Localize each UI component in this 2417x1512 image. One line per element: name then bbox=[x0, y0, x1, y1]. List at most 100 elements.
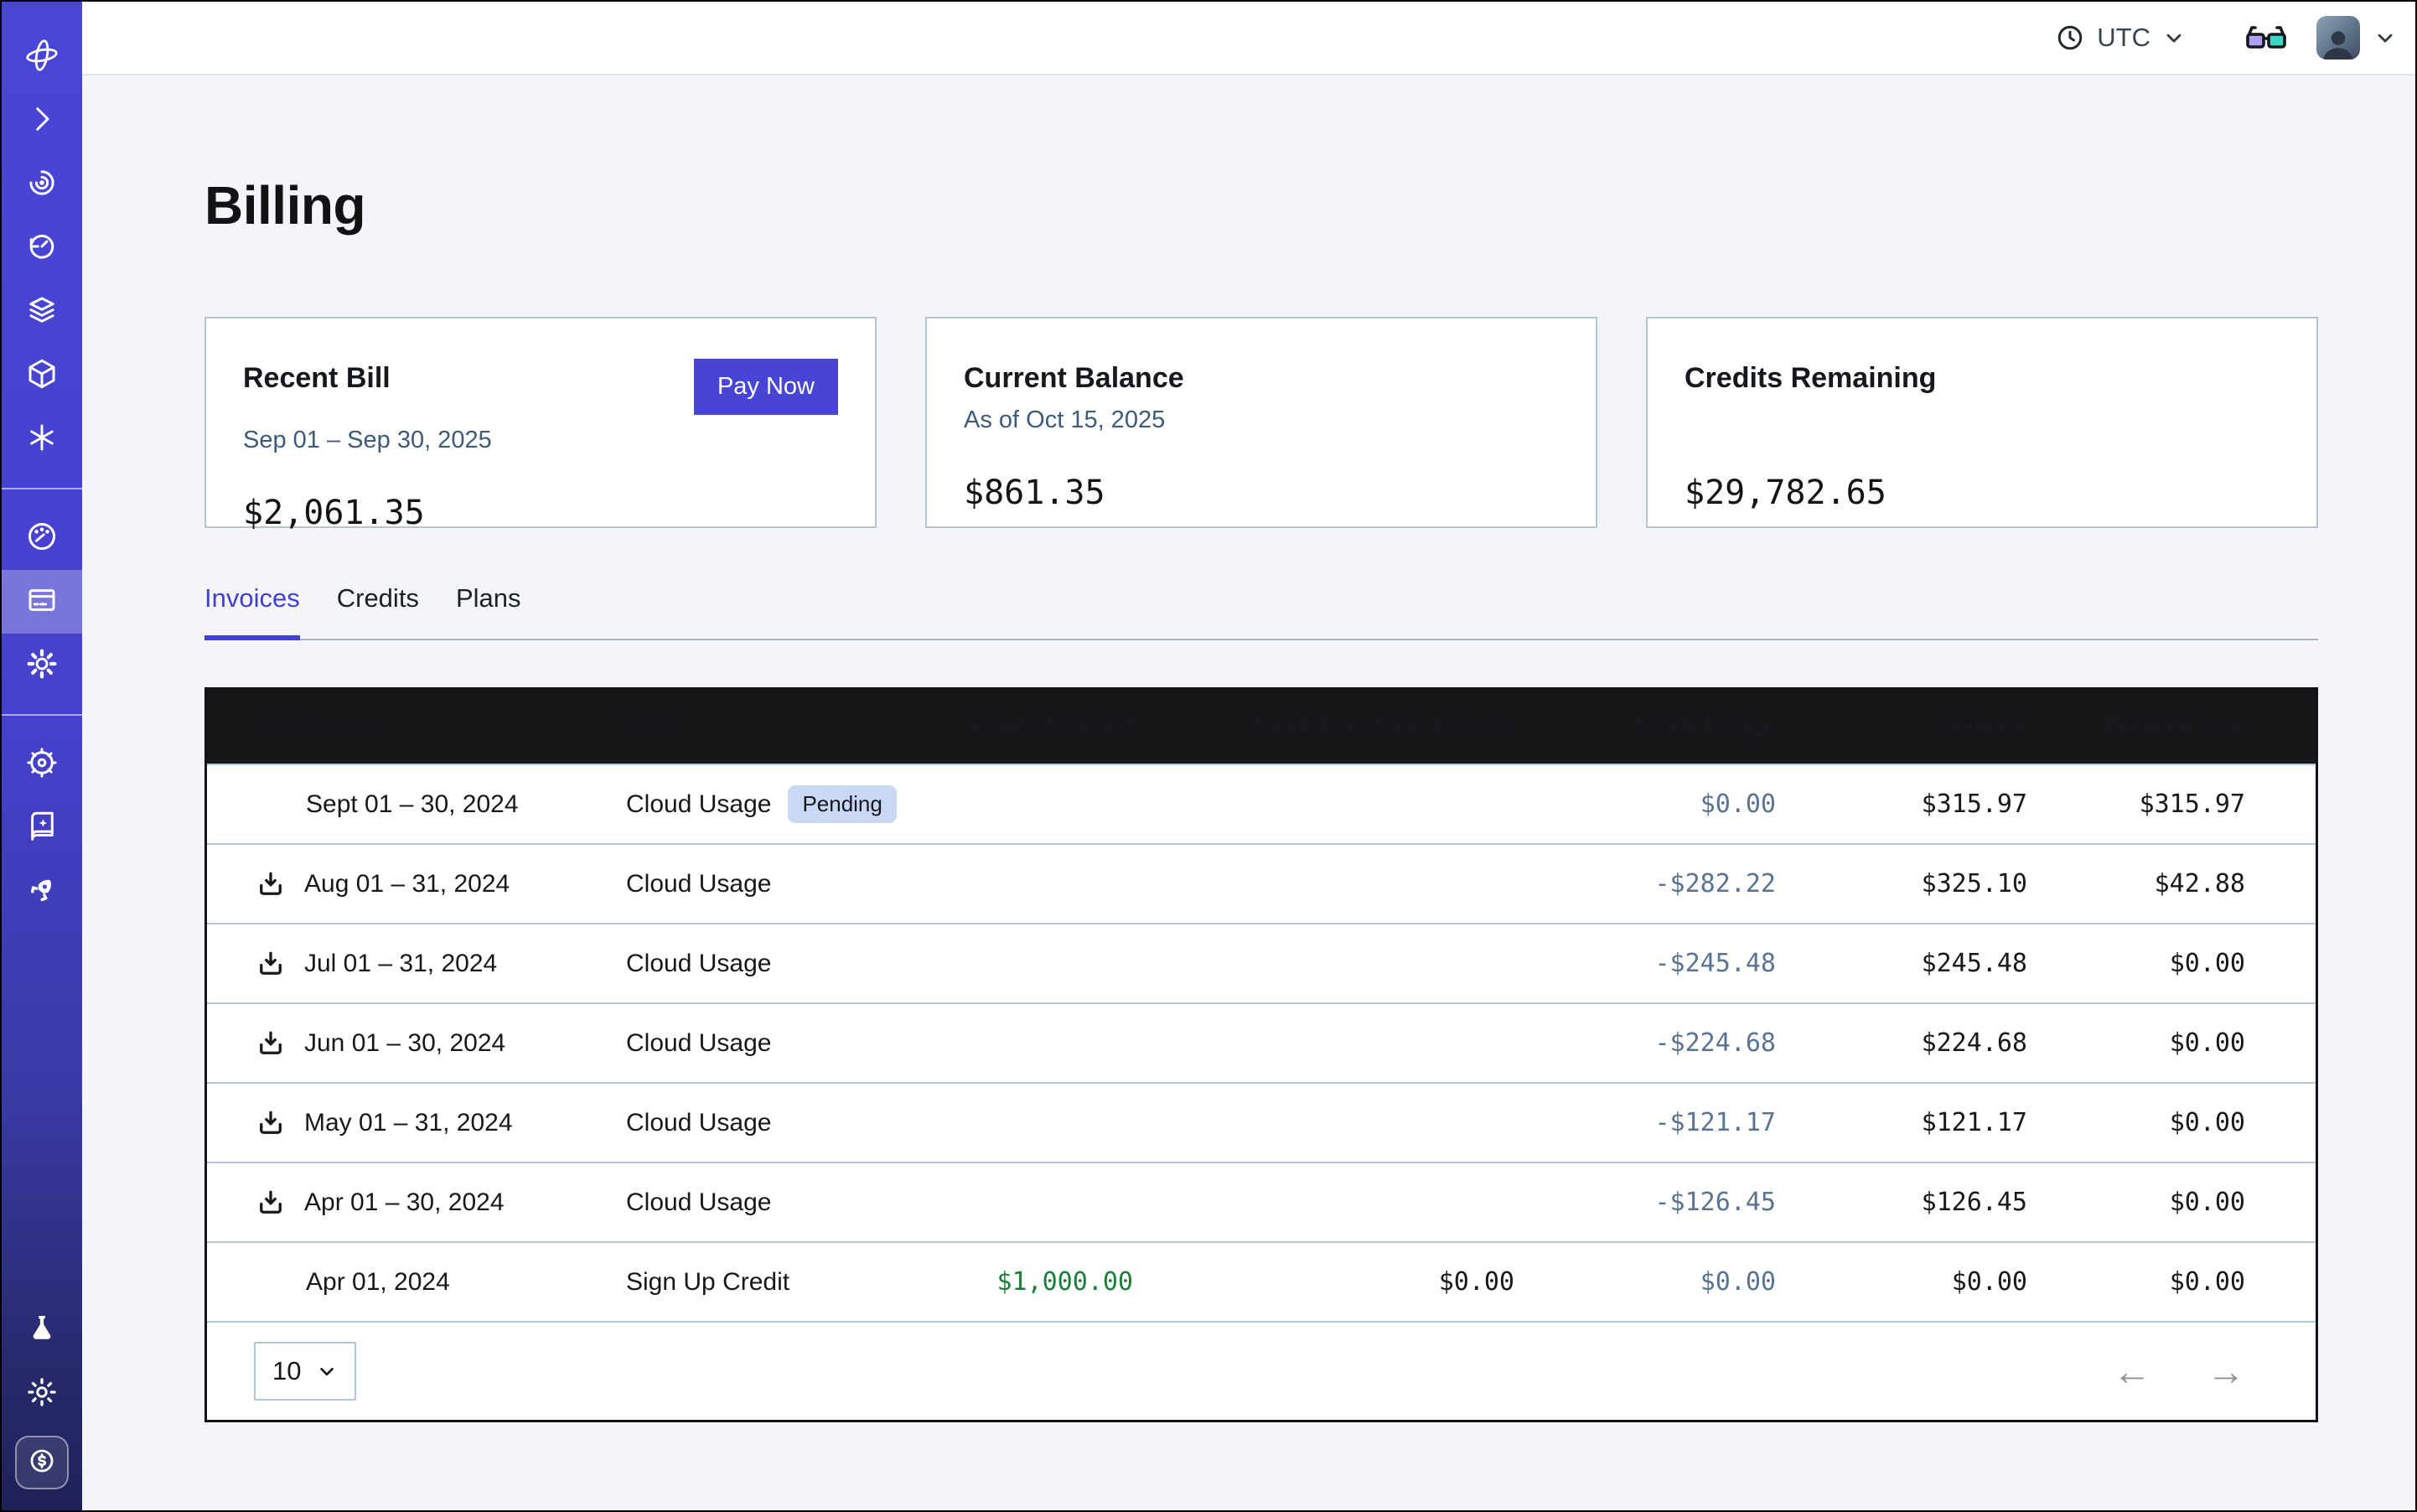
credit-card-icon bbox=[24, 583, 60, 622]
invoice-type: Cloud Usage bbox=[626, 950, 771, 978]
table-row: Apr 01, 2024 Sign Up Credit $1,000.00 $0… bbox=[207, 1241, 2316, 1321]
pagination-controls: ← → bbox=[2113, 1352, 2245, 1390]
glasses-icon[interactable] bbox=[2244, 21, 2288, 54]
download-icon bbox=[256, 949, 286, 979]
subtotal-value: $315.97 bbox=[1776, 790, 2027, 819]
chevron-down-icon bbox=[2162, 26, 2186, 49]
column-header: Balance Due bbox=[2027, 713, 2245, 741]
download-invoice-button[interactable] bbox=[256, 1028, 286, 1059]
column-header: Date (UTC) bbox=[207, 713, 626, 741]
card-subtitle bbox=[1685, 406, 2280, 440]
download-icon bbox=[256, 869, 286, 899]
invoice-type: Cloud Usage bbox=[626, 870, 771, 898]
download-invoice-button[interactable] bbox=[256, 1188, 286, 1218]
chevron-right-icon bbox=[24, 101, 60, 141]
tab-invoices[interactable]: Invoices bbox=[204, 583, 300, 640]
card-subtitle: As of Oct 15, 2025 bbox=[964, 406, 1559, 440]
sidebar-item-labs[interactable] bbox=[2, 1298, 82, 1362]
sidebar bbox=[2, 2, 82, 1510]
subtotal-value: $126.45 bbox=[1776, 1188, 2027, 1217]
gear-icon bbox=[24, 646, 60, 686]
timezone-label: UTC bbox=[2097, 23, 2150, 53]
table-header-row: Date (UTC) Type Credit Granted Credit Pu… bbox=[207, 690, 2316, 764]
sidebar-item-billing[interactable] bbox=[2, 570, 82, 634]
asterisk-icon bbox=[24, 420, 60, 459]
page-title: Billing bbox=[204, 174, 2318, 236]
table-row: Jul 01 – 31, 2024 Cloud Usage -$245.48 $… bbox=[207, 923, 2316, 1002]
table-row: Apr 01 – 30, 2024 Cloud Usage -$126.45 $… bbox=[207, 1162, 2316, 1241]
sidebar-item-settings[interactable] bbox=[2, 634, 82, 697]
sidebar-item-docs[interactable] bbox=[2, 796, 82, 860]
credit-usage-value: -$121.17 bbox=[1514, 1108, 1776, 1137]
avatar-silhouette bbox=[2320, 26, 2357, 60]
balance-due-value: $315.97 bbox=[2027, 790, 2245, 819]
credit-usage-value: $0.00 bbox=[1514, 790, 1776, 819]
pay-now-button[interactable]: Pay Now bbox=[694, 359, 838, 415]
invoice-date: Aug 01 – 31, 2024 bbox=[304, 870, 510, 898]
credits-button[interactable] bbox=[15, 1436, 69, 1489]
sidebar-item-monitor[interactable] bbox=[2, 153, 82, 216]
invoice-type: Cloud Usage bbox=[626, 1029, 771, 1058]
credit-purchase-value: $0.00 bbox=[1133, 1267, 1514, 1297]
download-invoice-button[interactable] bbox=[256, 869, 286, 899]
page-size-select[interactable]: 10 bbox=[254, 1342, 356, 1401]
download-invoice-button[interactable] bbox=[256, 949, 286, 979]
billing-tabs: Invoices Credits Plans bbox=[204, 583, 2318, 640]
tab-credits[interactable]: Credits bbox=[337, 583, 419, 639]
sidebar-item-cube[interactable] bbox=[2, 344, 82, 407]
invoice-date: May 01 – 31, 2024 bbox=[304, 1109, 513, 1137]
summary-cards: Recent Bill Pay Now Sep 01 – Sep 30, 202… bbox=[204, 317, 2318, 528]
download-invoice-button[interactable] bbox=[256, 1108, 286, 1138]
credits-remaining-card: Credits Remaining $29,782.65 bbox=[1646, 317, 2318, 528]
sidebar-item-asterisk[interactable] bbox=[2, 407, 82, 471]
column-header: Credit Usage bbox=[1514, 713, 1776, 741]
app-logo[interactable] bbox=[2, 25, 82, 89]
card-subtitle: Sep 01 – Sep 30, 2025 bbox=[243, 427, 838, 460]
theme-toggle-button[interactable] bbox=[2, 1362, 82, 1426]
timezone-selector[interactable]: UTC bbox=[2055, 23, 2186, 53]
previous-page-button[interactable]: ← bbox=[2113, 1352, 2151, 1390]
chevron-down-icon[interactable] bbox=[2373, 26, 2397, 49]
sidebar-item-support[interactable] bbox=[2, 733, 82, 796]
status-badge: Pending bbox=[788, 785, 896, 823]
balance-due-value: $0.00 bbox=[2027, 949, 2245, 978]
collapse-expand-button[interactable] bbox=[2, 89, 82, 153]
sidebar-divider bbox=[2, 488, 82, 489]
next-page-button[interactable]: → bbox=[2207, 1352, 2245, 1390]
table-footer: 10 ← → bbox=[207, 1321, 2316, 1420]
column-header: Credit Purchase Amount bbox=[1133, 713, 1514, 741]
book-sparkle-icon bbox=[24, 809, 60, 848]
rocket-icon bbox=[24, 873, 60, 912]
invoice-date: Jul 01 – 31, 2024 bbox=[304, 950, 497, 978]
sun-icon bbox=[24, 1375, 60, 1414]
history-icon bbox=[24, 229, 60, 268]
flask-icon bbox=[24, 1311, 60, 1350]
layers-icon bbox=[24, 293, 60, 332]
download-icon bbox=[256, 1108, 286, 1138]
clock-icon bbox=[2055, 23, 2085, 53]
sidebar-item-layers[interactable] bbox=[2, 280, 82, 344]
column-header: Type bbox=[626, 713, 903, 741]
invoice-date: Jun 01 – 30, 2024 bbox=[304, 1029, 505, 1058]
dollar-badge-icon bbox=[25, 1444, 59, 1482]
subtotal-value: $245.48 bbox=[1776, 949, 2027, 978]
credit-usage-value: -$224.68 bbox=[1514, 1028, 1776, 1058]
credit-usage-value: $0.00 bbox=[1514, 1267, 1776, 1297]
subtotal-value: $325.10 bbox=[1776, 869, 2027, 898]
sidebar-item-usage[interactable] bbox=[2, 506, 82, 570]
credit-usage-value: -$282.22 bbox=[1514, 869, 1776, 898]
card-title: Current Balance bbox=[964, 362, 1184, 395]
balance-due-value: $0.00 bbox=[2027, 1108, 2245, 1137]
sidebar-item-history[interactable] bbox=[2, 216, 82, 280]
helm-icon bbox=[24, 745, 60, 784]
invoices-table: Date (UTC) Type Credit Granted Credit Pu… bbox=[204, 687, 2318, 1422]
table-row: May 01 – 31, 2024 Cloud Usage -$121.17 $… bbox=[207, 1082, 2316, 1162]
user-avatar[interactable] bbox=[2316, 16, 2360, 60]
sidebar-item-getting-started[interactable] bbox=[2, 860, 82, 924]
subtotal-value: $224.68 bbox=[1776, 1028, 2027, 1058]
subtotal-value: $0.00 bbox=[1776, 1267, 2027, 1297]
invoice-date: Apr 01 – 30, 2024 bbox=[304, 1188, 505, 1217]
sidebar-divider bbox=[2, 714, 82, 716]
credit-usage-value: -$126.45 bbox=[1514, 1188, 1776, 1217]
tab-plans[interactable]: Plans bbox=[456, 583, 521, 639]
